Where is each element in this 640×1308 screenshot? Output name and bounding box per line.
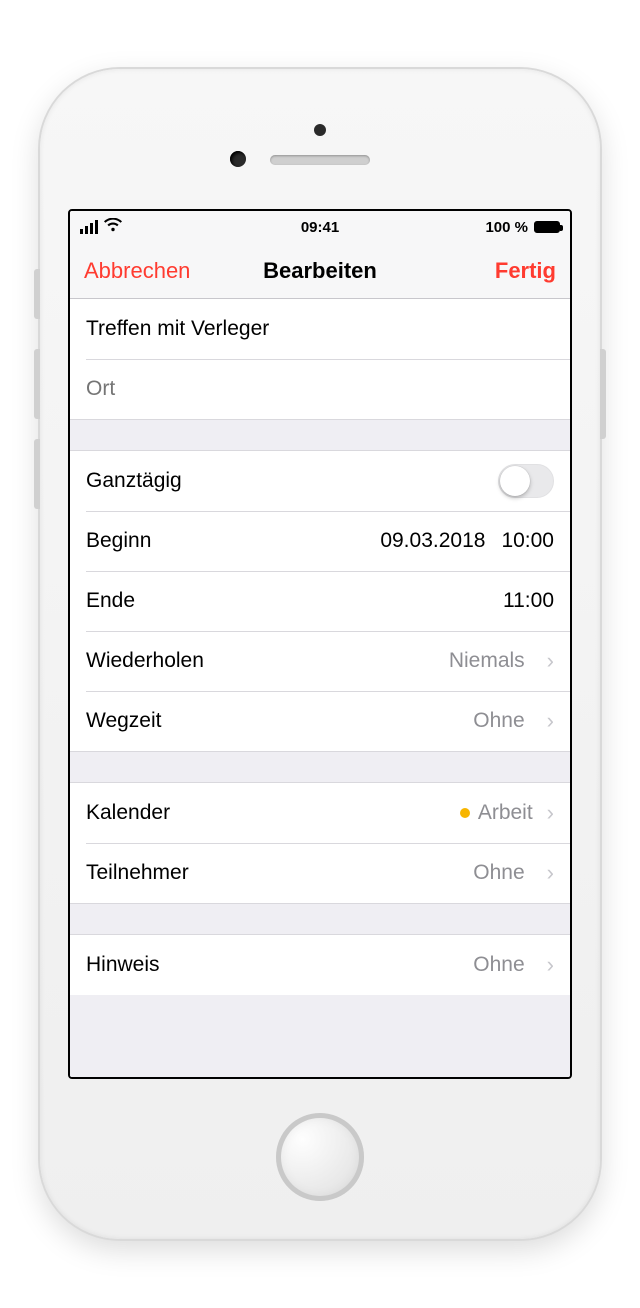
row-travel-time[interactable]: Wegzeit Ohne ›: [70, 691, 570, 751]
invitees-value: Ohne: [473, 861, 524, 885]
allday-toggle[interactable]: [498, 464, 554, 498]
repeat-label: Wiederholen: [86, 649, 204, 673]
status-bar: 09:41 100 %: [70, 211, 570, 243]
row-repeat[interactable]: Wiederholen Niemals ›: [70, 631, 570, 691]
repeat-value: Niemals: [449, 649, 525, 673]
allday-label: Ganztägig: [86, 469, 182, 493]
alert-value: Ohne: [473, 953, 524, 977]
chevron-right-icon: ›: [547, 708, 554, 734]
camera-dot-icon: [314, 124, 326, 136]
event-location-input[interactable]: [86, 359, 554, 419]
done-button[interactable]: Fertig: [495, 258, 556, 284]
start-label: Beginn: [86, 529, 151, 553]
end-time-value: 11:00: [503, 589, 554, 613]
nav-bar: Abbrechen Bearbeiten Fertig: [70, 243, 570, 299]
battery-percent: 100 %: [485, 219, 528, 236]
chevron-right-icon: ›: [547, 952, 554, 978]
volume-down-button-icon: [34, 439, 40, 509]
chevron-right-icon: ›: [547, 800, 554, 826]
calendar-color-dot-icon: [460, 808, 470, 818]
alert-label: Hinweis: [86, 953, 160, 977]
calendar-value: Arbeit: [478, 801, 533, 825]
calendar-label: Kalender: [86, 801, 170, 825]
cancel-button[interactable]: Abbrechen: [84, 258, 190, 284]
chevron-right-icon: ›: [547, 860, 554, 886]
event-title-input[interactable]: [86, 299, 554, 359]
chevron-right-icon: ›: [547, 648, 554, 674]
mute-switch-icon: [34, 269, 40, 319]
row-event-location[interactable]: [70, 359, 570, 419]
end-label: Ende: [86, 589, 135, 613]
start-date-value: 09.03.2018: [380, 529, 485, 553]
row-calendar[interactable]: Kalender Arbeit ›: [70, 783, 570, 843]
battery-icon: [534, 221, 560, 233]
travel-value: Ohne: [473, 709, 524, 733]
invitees-label: Teilnehmer: [86, 861, 189, 885]
home-button[interactable]: [276, 1113, 364, 1201]
volume-up-button-icon: [34, 349, 40, 419]
travel-label: Wegzeit: [86, 709, 161, 733]
wifi-icon: [104, 218, 122, 237]
group-datetime: Ganztägig Beginn 09.03.2018 10:00 Ende 1…: [70, 450, 570, 752]
front-camera-icon: [230, 151, 246, 167]
screen: 09:41 100 % Abbrechen Bearbeiten Fertig: [68, 209, 572, 1079]
cellular-signal-icon: [80, 220, 98, 234]
row-invitees[interactable]: Teilnehmer Ohne ›: [70, 843, 570, 903]
start-time-value: 10:00: [501, 529, 554, 553]
row-end[interactable]: Ende 11:00: [70, 571, 570, 631]
group-title-location: [70, 299, 570, 420]
iphone-frame: 09:41 100 % Abbrechen Bearbeiten Fertig: [40, 69, 600, 1239]
row-allday: Ganztägig: [70, 451, 570, 511]
row-event-title[interactable]: [70, 299, 570, 359]
group-alert: Hinweis Ohne ›: [70, 934, 570, 995]
row-start[interactable]: Beginn 09.03.2018 10:00: [70, 511, 570, 571]
group-calendar-invitees: Kalender Arbeit › Teilnehmer Ohne ›: [70, 782, 570, 904]
power-button-icon: [600, 349, 606, 439]
form-content[interactable]: Ganztägig Beginn 09.03.2018 10:00 Ende 1…: [70, 299, 570, 1077]
row-alert[interactable]: Hinweis Ohne ›: [70, 935, 570, 995]
